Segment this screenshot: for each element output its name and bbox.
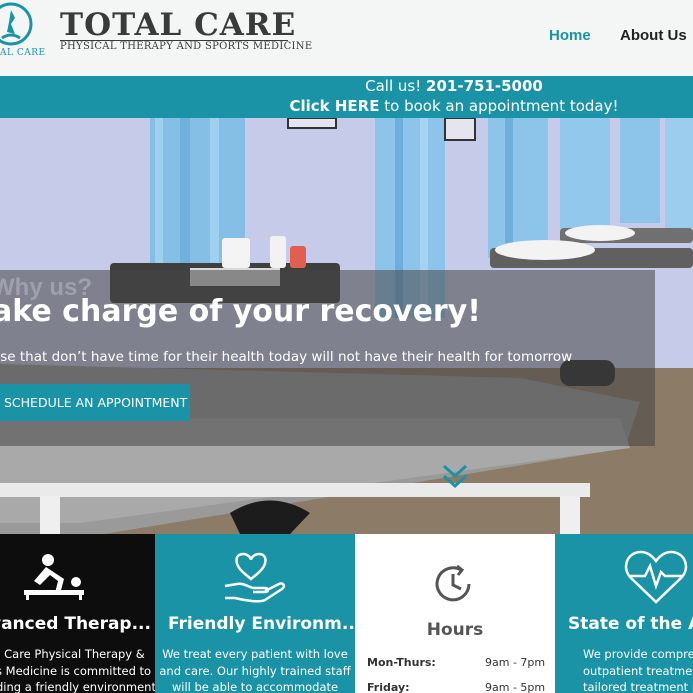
call-line: Call us! 201-751-5000 xyxy=(0,77,693,96)
hours-title: Hours xyxy=(426,620,484,640)
brand-name[interactable]: TOTAL CARE xyxy=(60,8,296,42)
book-line-text: to book an appointment today! xyxy=(384,97,619,115)
call-banner: Call us! 201-751-5000 Click HERE to book… xyxy=(0,76,693,118)
brand-tagline: PHYSICAL THERAPY AND SPORTS MEDICINE xyxy=(60,41,313,52)
hero-section: Why us? ake charge of your recovery! ose… xyxy=(0,118,693,534)
feature-line: ding a friendly environment xyxy=(0,680,155,693)
feature-friendly-environment: Friendly Environm... We treat every pati… xyxy=(155,534,355,693)
book-line: Click HERE to book an appointment today! xyxy=(0,96,693,116)
phone-number[interactable]: 201-751-5000 xyxy=(426,77,543,95)
feature-advanced-therapy: vanced Therap... l Care Physical Therapy… xyxy=(0,534,155,693)
feature-line: We treat every patient with love xyxy=(162,647,348,661)
feature-line: will be able to accommodate xyxy=(171,680,339,693)
feature-title-state-of-art: State of the Ar xyxy=(568,614,693,634)
feature-text-state-of-art: We provide comprehe outpatient treatmen … xyxy=(583,646,693,693)
book-appointment-link[interactable]: Click HERE xyxy=(289,97,379,115)
feature-line: and care. Our highly trained staff xyxy=(159,663,351,678)
site-header: TAL CARE TOTAL CARE PHYSICAL THERAPY AND… xyxy=(0,0,693,76)
feature-state-of-the-art: State of the Ar We provide comprehe outp… xyxy=(555,534,693,693)
feature-line: s Medicine is committed to xyxy=(0,663,152,678)
hours-time: 9am - 7pm xyxy=(485,656,546,669)
scroll-down-chevron-icon[interactable] xyxy=(441,462,469,492)
hours-time: 9am - 5pm xyxy=(485,681,546,693)
feature-line: tailored treatment p xyxy=(583,680,693,693)
clock-icon xyxy=(431,562,475,610)
feature-title-friendly: Friendly Environm... xyxy=(168,614,355,634)
feature-text-friendly: We treat every patient with love and car… xyxy=(155,646,355,693)
call-prefix: Call us! xyxy=(365,77,422,95)
hours-day: Mon-Thurs: xyxy=(367,656,436,669)
heart-hand-icon xyxy=(223,548,287,608)
feature-line: outpatient treatmen xyxy=(583,663,693,678)
hours-box: Hours Mon-Thurs: 9am - 7pm Friday: 9am -… xyxy=(355,534,555,693)
nav-about-link[interactable]: About Us xyxy=(620,27,687,44)
feature-text-advanced: l Care Physical Therapy & s Medicine is … xyxy=(0,646,155,693)
brand-mark-text: TAL CARE xyxy=(0,48,46,58)
hero-subtitle: ose that don’t have time for their healt… xyxy=(0,349,573,365)
feature-line: We provide comprehe xyxy=(583,647,693,661)
hours-day: Friday: xyxy=(367,681,410,693)
heartbeat-icon xyxy=(623,548,689,610)
feature-title-advanced: vanced Therap... xyxy=(0,614,151,634)
massage-therapy-icon xyxy=(20,552,88,604)
schedule-appointment-button[interactable]: SCHEDULE AN APPOINTMENT xyxy=(0,384,190,421)
nav-home-link[interactable]: Home xyxy=(549,27,591,44)
hero-title: ake charge of your recovery! xyxy=(0,294,481,329)
feature-line: l Care Physical Therapy & xyxy=(0,647,145,661)
